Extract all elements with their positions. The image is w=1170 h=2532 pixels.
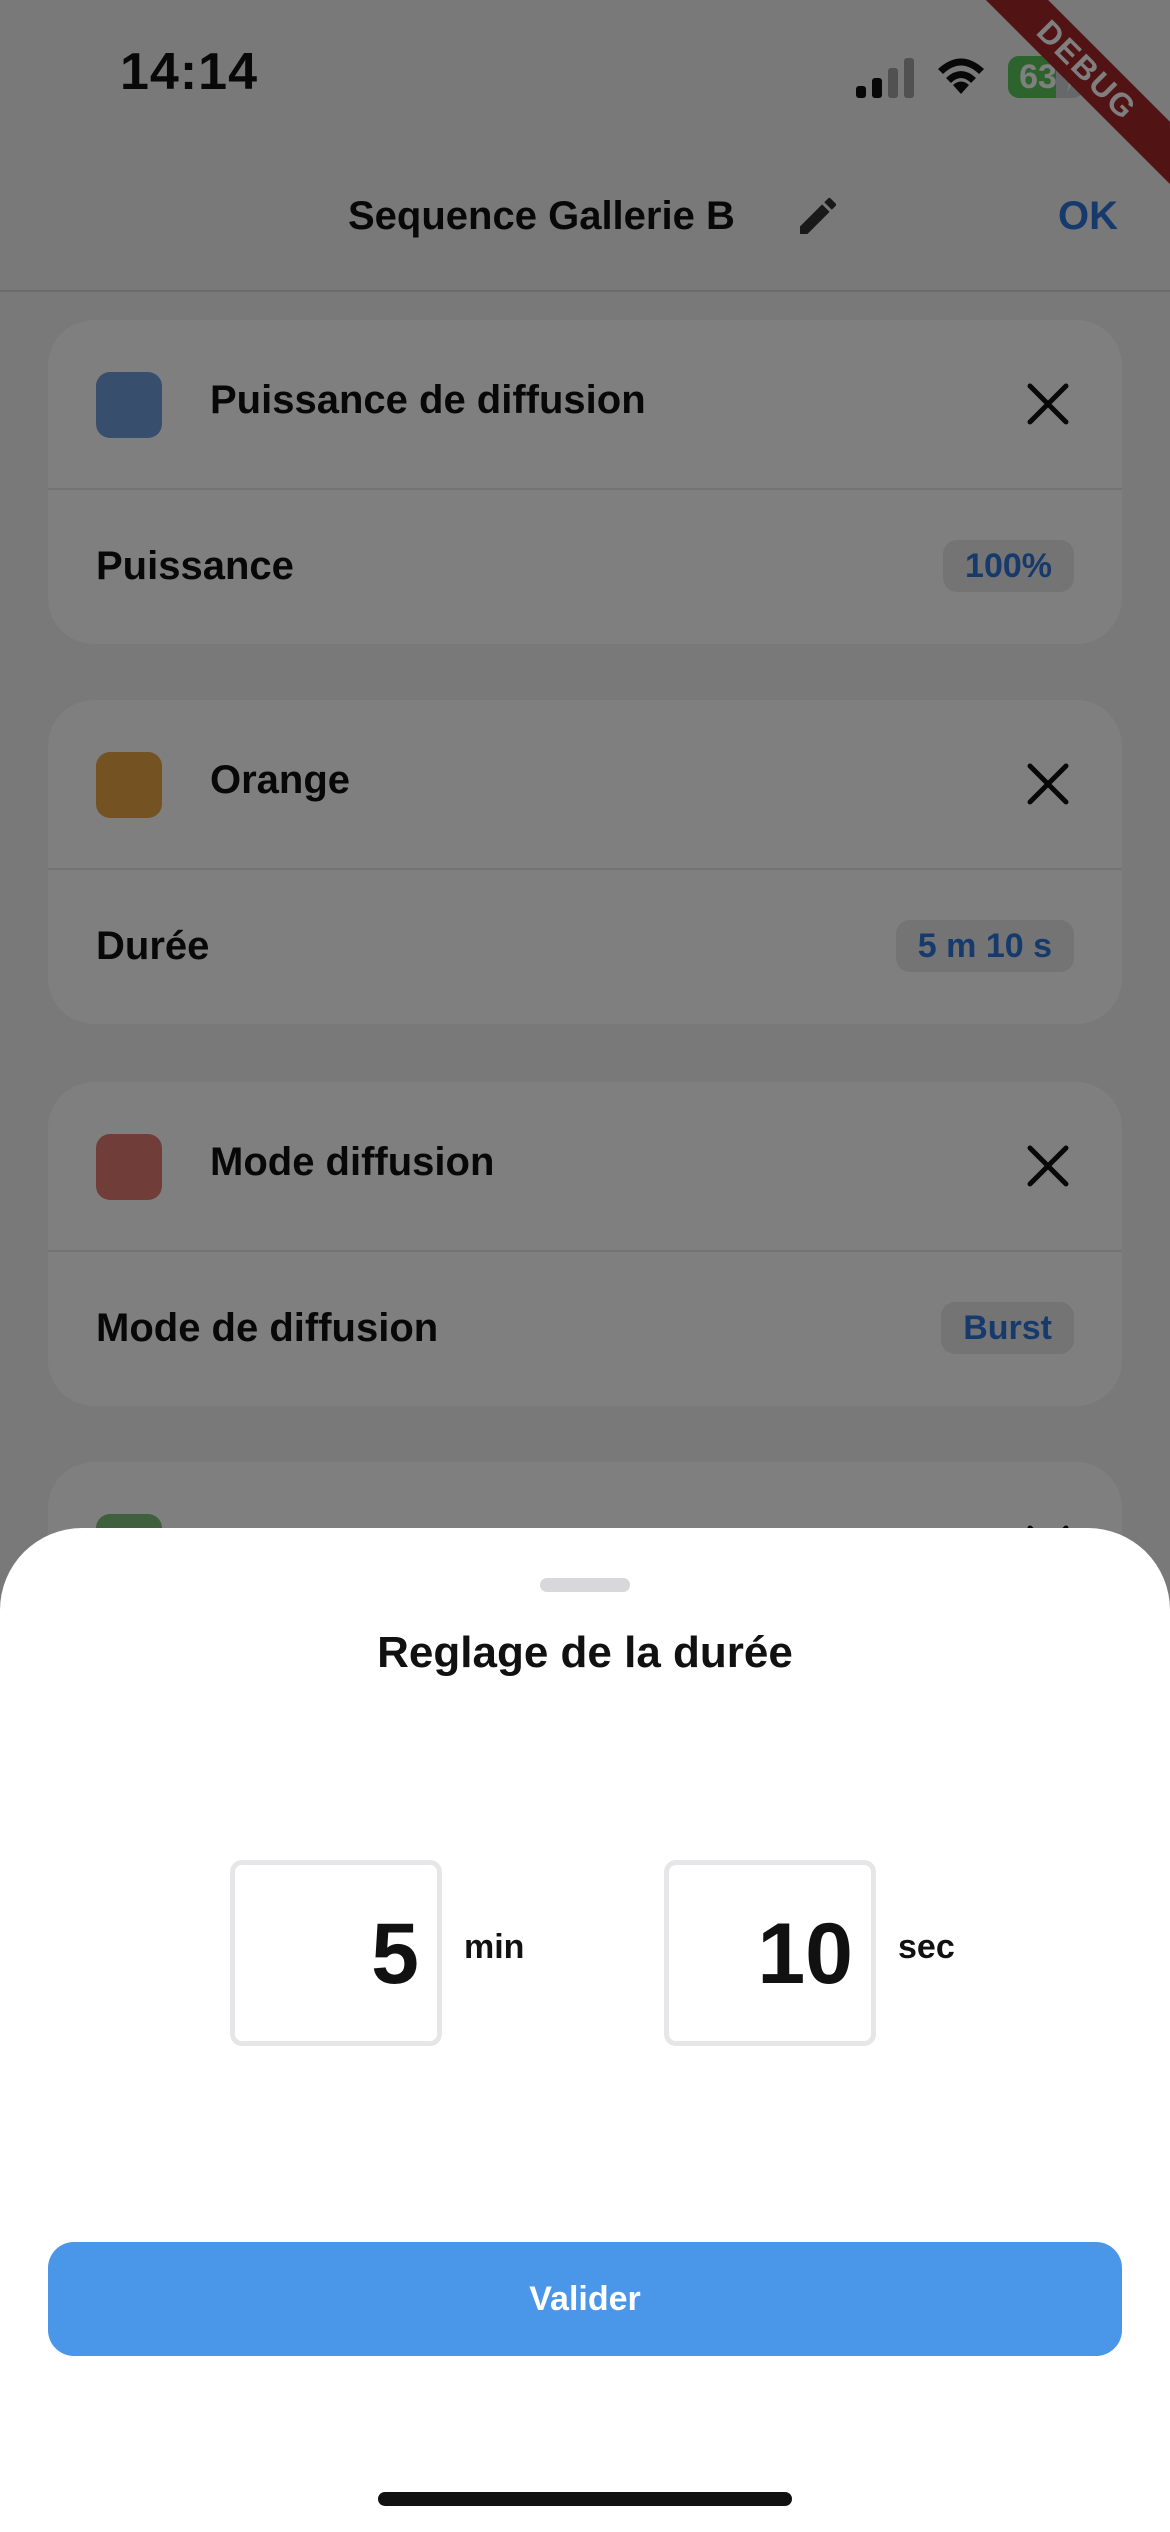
minutes-unit-label: min	[464, 1928, 525, 1966]
duration-bottom-sheet: Reglage de la durée 5 min 10 sec Valider	[0, 1528, 1170, 2532]
home-indicator	[378, 2492, 792, 2506]
seconds-input[interactable]: 10	[664, 1860, 876, 2046]
minutes-input[interactable]: 5	[230, 1860, 442, 2046]
app-screen: 14:14 63 DEBUG Sequence Gallerie B OK Pu…	[0, 0, 1170, 2532]
seconds-unit-label: sec	[898, 1928, 955, 1966]
seconds-value: 10	[757, 1906, 853, 2002]
minutes-value: 5	[371, 1906, 419, 2002]
sheet-title: Reglage de la durée	[377, 1628, 793, 1677]
sheet-drag-handle[interactable]	[540, 1578, 630, 1592]
validate-button[interactable]: Valider	[48, 2242, 1122, 2356]
